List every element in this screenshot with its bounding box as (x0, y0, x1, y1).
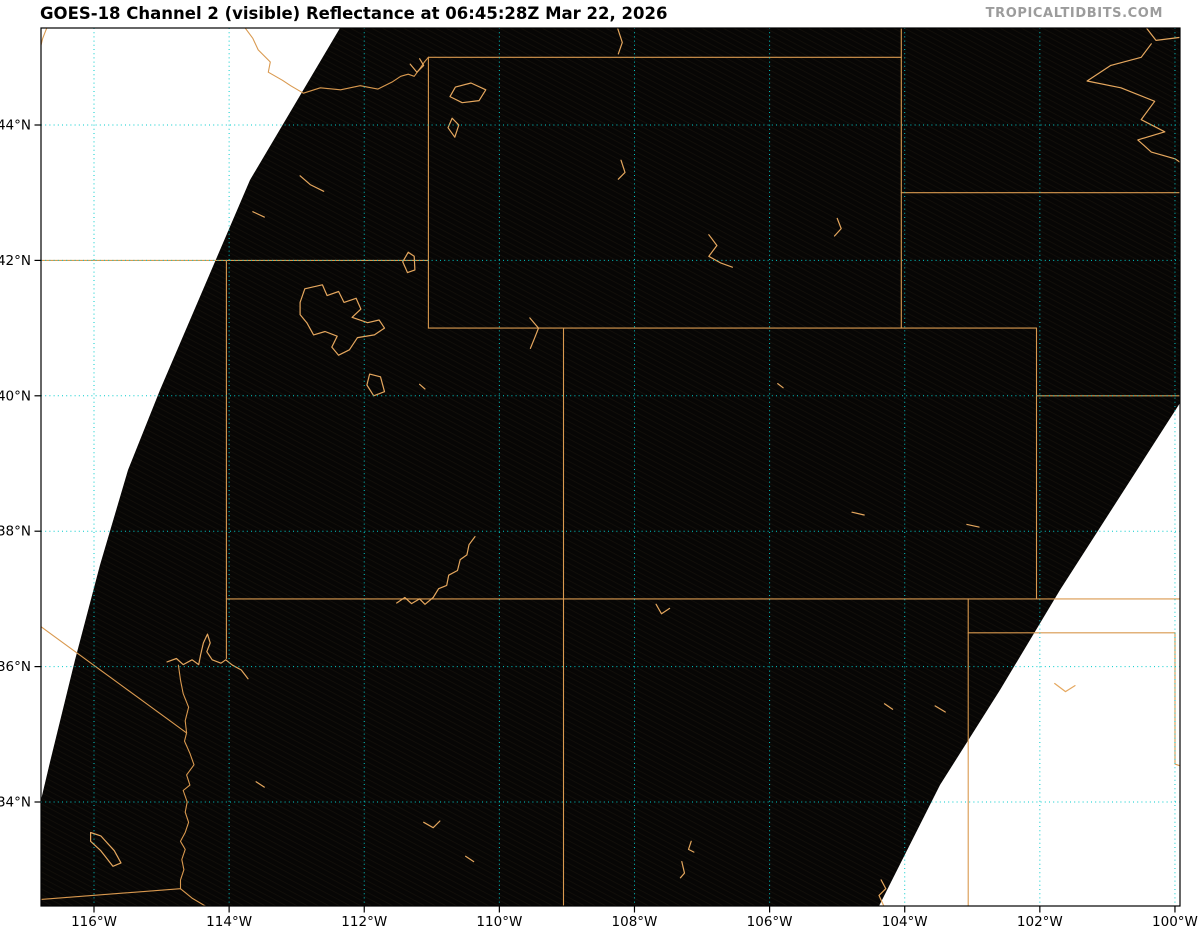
lon-tick-label: 108°W (612, 914, 658, 929)
water-lake-meredith (1054, 682, 1076, 693)
lon-tick-label: 104°W (882, 914, 928, 929)
lat-tick-label: 38°N (0, 524, 31, 540)
lon-tick-label: 100°W (1152, 914, 1198, 929)
lat-tick-label: 34°N (0, 795, 31, 811)
lat-tick-label: 44°N (0, 118, 31, 134)
satellite-map: 116°W 114°W 112°W 110°W 108°W 106°W 104°W 102°W… (0, 27, 1198, 929)
page-title: GOES-18 Channel 2 (visible) Reflectance … (40, 4, 668, 23)
lon-tick-label: 116°W (71, 914, 117, 929)
border-tx-100w (1174, 632, 1180, 767)
satellite-image-page: GOES-18 Channel 2 (visible) Reflectance … (0, 0, 1200, 929)
lon-tick-label: 102°W (1017, 914, 1063, 929)
lon-tick-label: 110°W (476, 914, 522, 929)
lat-tick-label: 36°N (0, 659, 31, 675)
lon-tick-label: 112°W (341, 914, 387, 929)
lon-tick-label: 114°W (206, 914, 252, 929)
satellite-swath (41, 28, 1180, 906)
lat-tick-label: 40°N (0, 388, 31, 404)
lat-tick-label: 42°N (0, 253, 31, 269)
watermark: TROPICALTIDBITS.COM (985, 6, 1163, 21)
lon-tick-label: 106°W (747, 914, 793, 929)
